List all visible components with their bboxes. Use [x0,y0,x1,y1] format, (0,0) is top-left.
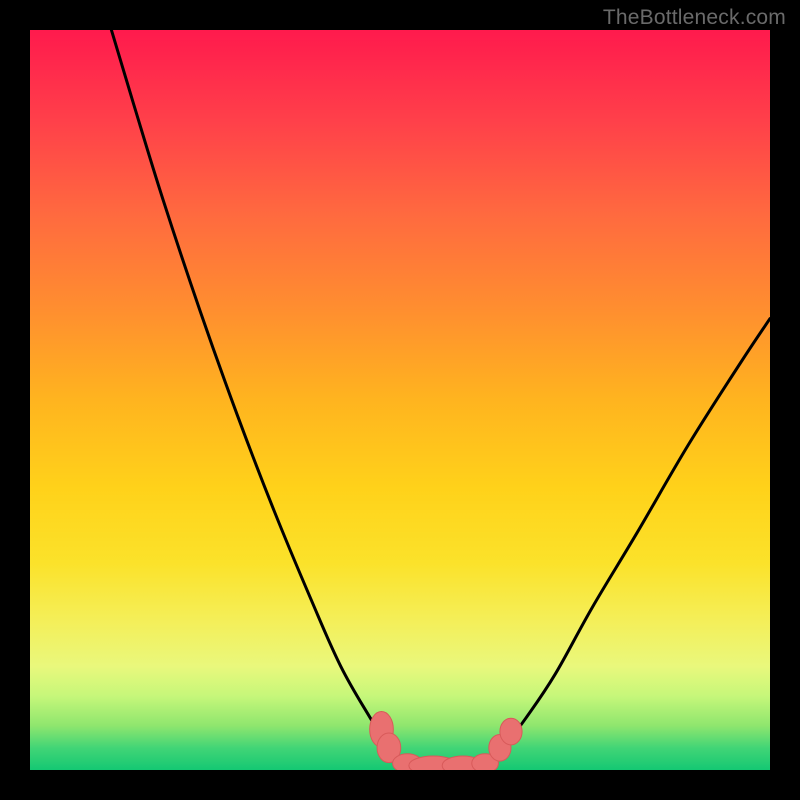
series-curve-left [111,30,403,764]
curve-svg [30,30,770,770]
chart-frame: TheBottleneck.com [0,0,800,800]
marker-layer [370,712,522,770]
plot-area [30,30,770,770]
marker-point-7 [500,718,522,745]
series-curve-right [489,319,770,764]
curve-layer [111,30,770,766]
credit-watermark: TheBottleneck.com [603,6,786,30]
